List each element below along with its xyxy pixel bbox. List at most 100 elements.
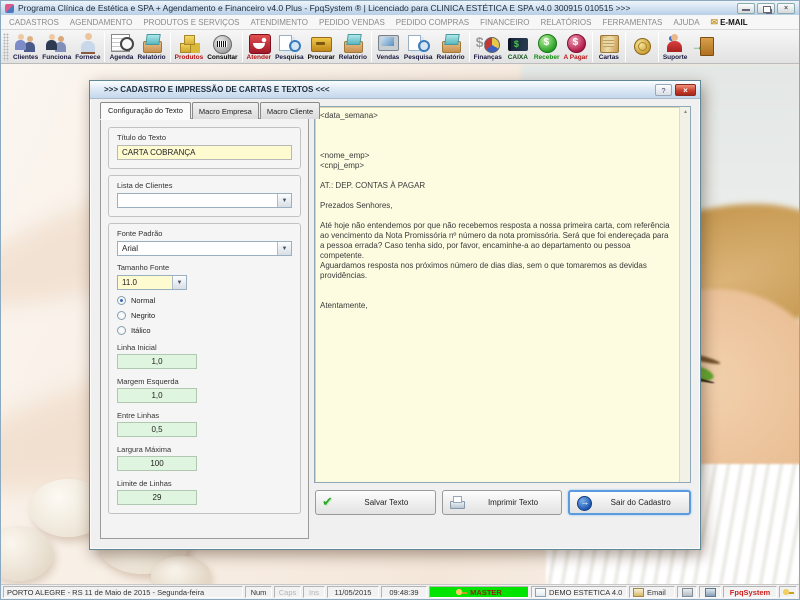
- chevron-down-icon[interactable]: ▼: [277, 242, 291, 255]
- chevron-down-icon[interactable]: ▼: [277, 194, 291, 207]
- toolbar-label: Relatório: [436, 53, 465, 61]
- exit-register-button[interactable]: Sair do Cadastro: [568, 490, 692, 515]
- menu-agendamento[interactable]: AGENDAMENTO: [70, 18, 133, 27]
- status-user: MASTER: [470, 587, 502, 597]
- monitor-icon: [376, 33, 400, 53]
- dialog-title-bar[interactable]: >>> CADASTRO E IMPRESSÃO DE CARTAS E TEX…: [90, 81, 700, 99]
- largura-maxima-input[interactable]: 100: [117, 456, 197, 471]
- clients-icon: [14, 33, 38, 53]
- vertical-scrollbar[interactable]: ▲: [679, 107, 690, 482]
- status-email[interactable]: Email: [629, 586, 675, 598]
- toolbar-button-fornecedores[interactable]: Fornece: [73, 32, 102, 61]
- toolbar-separator: [624, 31, 626, 62]
- menu-pedido-compras[interactable]: PEDIDO COMPRAS: [396, 18, 469, 27]
- toolbar-button-financas[interactable]: Finanças: [472, 33, 504, 61]
- toolbar-button-cartas[interactable]: Cartas: [595, 33, 623, 61]
- spa-stone: [151, 556, 211, 584]
- toolbar-button-caixa[interactable]: CAIXA: [504, 33, 532, 61]
- radio-italico[interactable]: Itálico: [117, 326, 292, 335]
- menu-financeiro[interactable]: FINANCEIRO: [480, 18, 529, 27]
- toolbar-button-pesquisa-vendas[interactable]: Pesquisa: [402, 33, 435, 61]
- toolbar-button-suporte[interactable]: Suporte: [661, 33, 690, 61]
- menu-cadastros[interactable]: CADASTROS: [9, 18, 59, 27]
- toolbar-button-funcionarios[interactable]: Funciona: [40, 33, 73, 61]
- status-email-label: Email: [647, 587, 666, 597]
- largura-maxima-label: Largura Máxima: [117, 445, 172, 454]
- close-button[interactable]: [777, 2, 795, 14]
- toolbar-button-produtos[interactable]: Produtos: [173, 33, 206, 61]
- tab-configuracao-texto[interactable]: Configuração do Texto: [100, 102, 191, 119]
- chevron-down-icon[interactable]: ▼: [172, 276, 186, 289]
- menu-pedido-vendas[interactable]: PEDIDO VENDAS: [319, 18, 385, 27]
- toolbar-grip[interactable]: [3, 32, 9, 61]
- radio-italico-label: Itálico: [131, 326, 151, 335]
- toolbar: Clientes Funciona Fornece Agenda Relatór…: [1, 30, 799, 64]
- fonte-label: Fonte Padrão: [117, 229, 163, 238]
- toolbar-button-clientes[interactable]: Clientes: [11, 33, 40, 61]
- limite-linhas-input[interactable]: 29: [117, 490, 197, 505]
- toolbar-button-vendas[interactable]: Vendas: [374, 33, 402, 61]
- save-text-button[interactable]: Salvar Texto: [315, 490, 436, 515]
- limite-linhas-label: Limite de Linhas: [117, 479, 172, 488]
- entre-linhas-input[interactable]: 0,5: [117, 422, 197, 437]
- key-icon: [456, 587, 468, 597]
- toolbar-label: Atender: [246, 53, 272, 61]
- dialog-close-button[interactable]: ×: [675, 83, 696, 96]
- application-window: Programa Clínica de Estética e SPA + Age…: [0, 0, 800, 600]
- check-icon: [322, 494, 338, 510]
- scroll-up-icon[interactable]: ▲: [681, 108, 690, 117]
- menu-produtos-servicos[interactable]: PRODUTOS E SERVIÇOS: [143, 18, 239, 27]
- toolbar-button-agenda[interactable]: Agenda: [107, 33, 135, 61]
- entre-linhas-label: Entre Linhas: [117, 411, 160, 420]
- menu-relatorios[interactable]: RELATÓRIOS: [540, 18, 591, 27]
- cartas-dialog: >>> CADASTRO E IMPRESSÃO DE CARTAS E TEX…: [89, 80, 701, 550]
- printer-icon: [681, 587, 693, 597]
- dialog-help-button[interactable]: ?: [655, 83, 672, 96]
- menu-ferramentas[interactable]: FERRAMENTAS: [602, 18, 662, 27]
- printer-icon: [449, 495, 465, 510]
- window-title: Programa Clínica de Estética e SPA + Age…: [18, 3, 631, 13]
- toolbar-button-relatorio-atendimento[interactable]: Relatório: [337, 33, 369, 61]
- toolbar-separator: [468, 31, 470, 62]
- menu-atendimento[interactable]: ATENDIMENTO: [251, 18, 308, 27]
- toolbar-button-relatorio-vendas[interactable]: Relatório: [434, 33, 466, 61]
- status-user-badge: MASTER: [429, 586, 529, 598]
- titulo-input[interactable]: CARTA COBRANÇA: [117, 145, 292, 160]
- toolbar-button-atender[interactable]: Atender: [245, 33, 274, 61]
- toolbar-button-receber[interactable]: Receber: [532, 33, 562, 61]
- toolbar-button-pesquisa-atendimento[interactable]: Pesquisa: [273, 33, 306, 61]
- toolbar-label: CAIXA: [507, 53, 528, 61]
- dialog-buttons: Salvar Texto Imprimir Texto Sair do Cada…: [315, 490, 692, 515]
- radio-normal[interactable]: Normal: [117, 296, 292, 305]
- status-computer[interactable]: [699, 586, 721, 598]
- tab-macro-empresa[interactable]: Macro Empresa: [191, 102, 259, 119]
- letter-textarea[interactable]: <data_semana> <nome_emp> <cnpj_emp> AT.:…: [315, 107, 679, 482]
- tamanho-fonte-select[interactable]: 11.0 ▼: [117, 275, 187, 290]
- toolbar-button-a-pagar[interactable]: A Pagar: [561, 33, 589, 61]
- toolbar-label: Relatório: [338, 53, 367, 61]
- restore-button[interactable]: [757, 2, 775, 14]
- toolbar-button-consultar[interactable]: Consultar: [205, 33, 239, 61]
- fonte-select[interactable]: Arial ▼: [117, 241, 292, 256]
- menu-email[interactable]: ✉ E-MAIL: [711, 17, 748, 27]
- tab-macro-cliente[interactable]: Macro Cliente: [259, 102, 321, 119]
- lista-clientes-select[interactable]: ▼: [117, 193, 292, 208]
- toolbar-label: Funciona: [42, 53, 72, 61]
- radio-negrito[interactable]: Negrito: [117, 311, 292, 320]
- print-text-button[interactable]: Imprimir Texto: [441, 490, 563, 515]
- status-printer[interactable]: [677, 586, 697, 598]
- linha-inicial-input[interactable]: 1,0: [117, 354, 197, 369]
- workspace: >>> CADASTRO E IMPRESSÃO DE CARTAS E TEX…: [1, 64, 799, 584]
- status-brand: FpqSystem: [723, 586, 777, 598]
- status-date: 11/05/2015: [327, 586, 379, 598]
- letters-icon: [597, 33, 621, 53]
- toolbar-label: Vendas: [376, 53, 400, 61]
- status-bar: PORTO ALEGRE - RS 11 de Maio de 2015 - S…: [1, 584, 799, 599]
- minimize-button[interactable]: [737, 2, 755, 14]
- toolbar-button-relatorio-agenda[interactable]: Relatório: [135, 33, 167, 61]
- toolbar-button-moeda[interactable]: [628, 36, 656, 57]
- toolbar-button-procurar[interactable]: Procurar: [306, 33, 337, 61]
- toolbar-button-sair[interactable]: [689, 36, 717, 57]
- menu-ajuda[interactable]: AJUDA: [673, 18, 699, 27]
- margem-esquerda-input[interactable]: 1,0: [117, 388, 197, 403]
